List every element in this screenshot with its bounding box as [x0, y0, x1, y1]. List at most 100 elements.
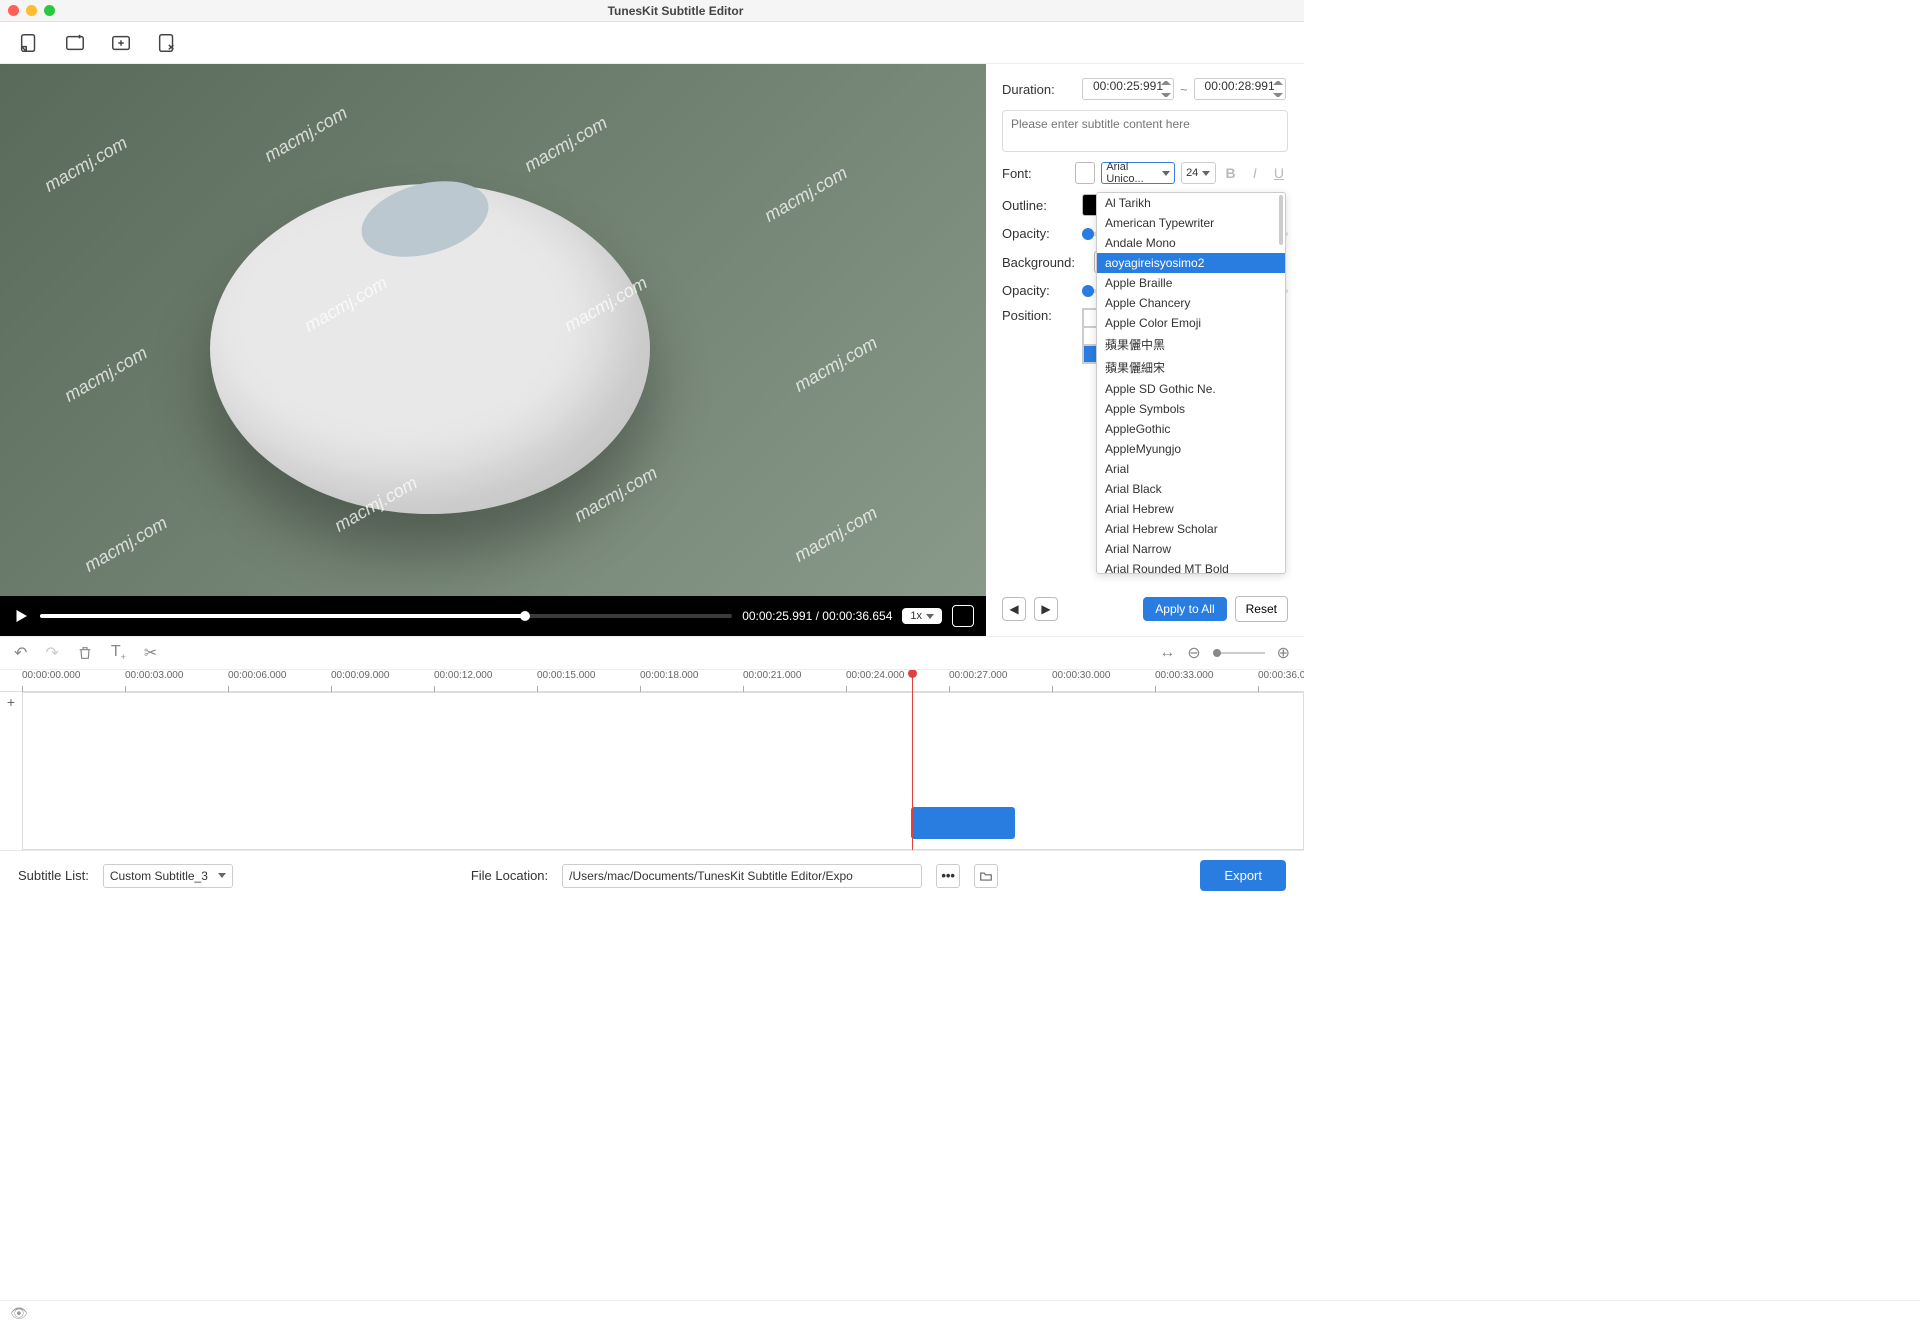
- duration-start-input[interactable]: 00:00:25:991: [1082, 78, 1174, 100]
- window-zoom-button[interactable]: [44, 5, 55, 16]
- watermark-text: macmj.com: [791, 332, 881, 396]
- font-option[interactable]: Apple Color Emoji: [1097, 313, 1285, 333]
- window-minimize-button[interactable]: [26, 5, 37, 16]
- ruler-tick: 00:00:33.000: [1155, 670, 1213, 681]
- font-option[interactable]: Apple SD Gothic Ne.: [1097, 379, 1285, 399]
- bg-opacity-label: Opacity:: [1002, 283, 1076, 298]
- font-option[interactable]: Arial Black: [1097, 479, 1285, 499]
- font-option[interactable]: AppleMyungjo: [1097, 439, 1285, 459]
- window-close-button[interactable]: [8, 5, 19, 16]
- timeline-panel: 00:00:00.000 00:00:03.000 00:00:06.000 00:0…: [0, 670, 1304, 850]
- bottom-bar: Subtitle List: Custom Subtitle_3 File Lo…: [0, 850, 1304, 900]
- duration-end-input[interactable]: 00:00:28:991: [1194, 78, 1286, 100]
- play-button[interactable]: [12, 607, 30, 625]
- track-visibility-row: 👁: [0, 1300, 1920, 1326]
- next-subtitle-button[interactable]: ▶: [1034, 597, 1058, 621]
- subtitle-list-label: Subtitle List:: [18, 868, 89, 883]
- video-frame[interactable]: macmj.com macmj.com macmj.com macmj.com …: [0, 64, 986, 596]
- add-text-button[interactable]: T+: [111, 643, 126, 662]
- font-option[interactable]: Arial Narrow: [1097, 539, 1285, 559]
- fullscreen-button[interactable]: [952, 605, 974, 627]
- window-title: TunesKit Subtitle Editor: [55, 4, 1296, 18]
- font-option[interactable]: AppleGothic: [1097, 419, 1285, 439]
- ruler-tick: 00:00:03.000: [125, 670, 183, 681]
- watermark-text: macmj.com: [61, 342, 151, 406]
- time-display: 00:00:25.991 / 00:00:36.654: [742, 609, 892, 623]
- underline-toggle[interactable]: U: [1270, 165, 1288, 181]
- timeline-ruler[interactable]: 00:00:00.000 00:00:03.000 00:00:06.000 00:0…: [0, 670, 1304, 692]
- edit-button[interactable]: [156, 32, 178, 54]
- watermark-text: macmj.com: [261, 102, 351, 166]
- watermark-text: macmj.com: [81, 512, 171, 576]
- top-toolbar: [0, 22, 1304, 64]
- playback-rate-selector[interactable]: 1x: [902, 608, 942, 624]
- open-folder-button[interactable]: [974, 864, 998, 888]
- seek-slider[interactable]: [40, 614, 732, 618]
- import-file-button[interactable]: [18, 32, 40, 54]
- font-option[interactable]: Apple Symbols: [1097, 399, 1285, 419]
- file-location-field[interactable]: /Users/mac/Documents/TunesKit Subtitle E…: [562, 864, 922, 888]
- ruler-tick: 00:00:15.000: [537, 670, 595, 681]
- subtitle-content-input[interactable]: [1002, 110, 1288, 152]
- timeline-playhead[interactable]: [912, 670, 913, 850]
- font-option[interactable]: 蘋果儷中黑: [1097, 333, 1285, 356]
- apply-to-all-button[interactable]: Apply to All: [1143, 597, 1226, 621]
- font-option[interactable]: Arial: [1097, 459, 1285, 479]
- zoom-slider[interactable]: [1213, 652, 1265, 654]
- prev-subtitle-button[interactable]: ◀: [1002, 597, 1026, 621]
- font-option[interactable]: Apple Braille: [1097, 273, 1285, 293]
- fit-timeline-button[interactable]: ↔: [1159, 644, 1175, 662]
- background-label: Background:: [1002, 255, 1088, 270]
- position-label: Position:: [1002, 308, 1076, 323]
- add-track-button[interactable]: [110, 32, 132, 54]
- ruler-tick: 00:00:09.000: [331, 670, 389, 681]
- redo-button[interactable]: ↷: [45, 643, 58, 663]
- font-option[interactable]: Apple Chancery: [1097, 293, 1285, 313]
- new-subtitle-button[interactable]: [64, 32, 86, 54]
- timeline-track-area[interactable]: [22, 692, 1304, 850]
- opacity-label: Opacity:: [1002, 226, 1076, 241]
- add-track-rail-button[interactable]: +: [0, 692, 22, 710]
- font-option[interactable]: 蘋果儷細宋: [1097, 356, 1285, 379]
- delete-button[interactable]: [77, 645, 93, 661]
- split-button[interactable]: ✂: [144, 643, 157, 663]
- zoom-out-button[interactable]: ⊖: [1187, 643, 1200, 663]
- subtitle-list-select[interactable]: Custom Subtitle_3: [103, 864, 233, 888]
- ruler-tick: 00:00:00.000: [22, 670, 80, 681]
- watermark-text: macmj.com: [521, 112, 611, 176]
- font-option[interactable]: aoyagireisyosimo2: [1097, 253, 1285, 273]
- italic-toggle[interactable]: I: [1246, 165, 1264, 181]
- font-size-select[interactable]: 24: [1181, 162, 1216, 184]
- font-option[interactable]: Al Tarikh: [1097, 193, 1285, 213]
- ruler-tick: 00:00:24.000: [846, 670, 904, 681]
- subtitle-clip[interactable]: [911, 807, 1015, 839]
- bold-toggle[interactable]: B: [1222, 165, 1240, 181]
- font-family-select[interactable]: Arial Unico...: [1101, 162, 1175, 184]
- font-label: Font:: [1002, 166, 1069, 181]
- font-option[interactable]: Arial Rounded MT Bold: [1097, 559, 1285, 574]
- ruler-tick: 00:00:21.000: [743, 670, 801, 681]
- ruler-tick: 00:00:06.000: [228, 670, 286, 681]
- eye-icon[interactable]: 👁: [10, 1305, 28, 1322]
- watermark-text: macmj.com: [761, 162, 851, 226]
- export-button[interactable]: Export: [1200, 860, 1286, 891]
- font-option[interactable]: American Typewriter: [1097, 213, 1285, 233]
- zoom-in-button[interactable]: ⊕: [1277, 643, 1290, 663]
- font-option[interactable]: Andale Mono: [1097, 233, 1285, 253]
- watermark-text: macmj.com: [571, 462, 661, 526]
- ruler-tick: 00:00:27.000: [949, 670, 1007, 681]
- ruler-tick: 00:00:30.000: [1052, 670, 1110, 681]
- font-color-swatch[interactable]: [1075, 162, 1095, 184]
- font-option[interactable]: Arial Hebrew Scholar: [1097, 519, 1285, 539]
- font-dropdown-list[interactable]: Al TarikhAmerican TypewriterAndale Monoa…: [1096, 192, 1286, 574]
- subtitle-properties-panel: Duration: 00:00:25:991 ~ 00:00:28:991 Fo…: [986, 64, 1304, 636]
- ruler-tick: 00:00:36.000: [1258, 670, 1304, 681]
- font-option[interactable]: Arial Hebrew: [1097, 499, 1285, 519]
- video-preview-panel: macmj.com macmj.com macmj.com macmj.com …: [0, 64, 986, 636]
- file-location-more-button[interactable]: •••: [936, 864, 960, 888]
- duration-label: Duration:: [1002, 82, 1076, 97]
- undo-button[interactable]: ↶: [14, 643, 27, 663]
- outline-label: Outline:: [1002, 198, 1076, 213]
- reset-button[interactable]: Reset: [1235, 596, 1288, 622]
- file-location-label: File Location:: [471, 868, 548, 883]
